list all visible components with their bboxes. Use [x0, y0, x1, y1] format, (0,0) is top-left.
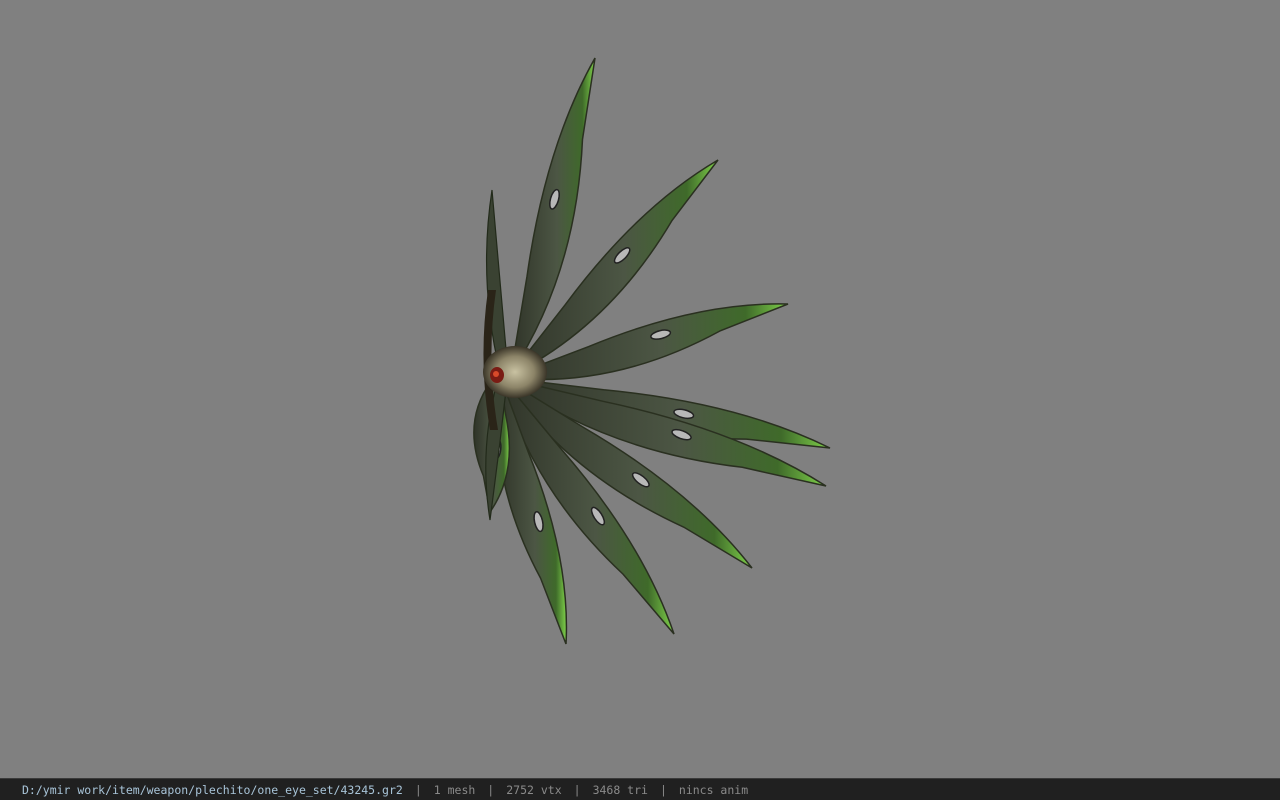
file-path: D:/ymir work/item/weapon/plechito/one_ey… — [22, 782, 403, 797]
status-bar: D:/ymir work/item/weapon/plechito/one_ey… — [0, 778, 1280, 800]
separator: | — [414, 782, 422, 797]
mesh-count: 1 mesh — [433, 782, 476, 797]
separator: | — [659, 782, 667, 797]
anim-status: nincs anim — [678, 782, 749, 797]
vertex-count: 2752 vtx — [506, 782, 562, 797]
red-eye-pupil — [493, 371, 499, 377]
weapon-model-render[interactable] — [0, 0, 1280, 778]
3d-viewport[interactable] — [0, 0, 1280, 778]
separator: | — [573, 782, 581, 797]
triangle-count: 3468 tri — [592, 782, 648, 797]
separator: | — [487, 782, 495, 797]
